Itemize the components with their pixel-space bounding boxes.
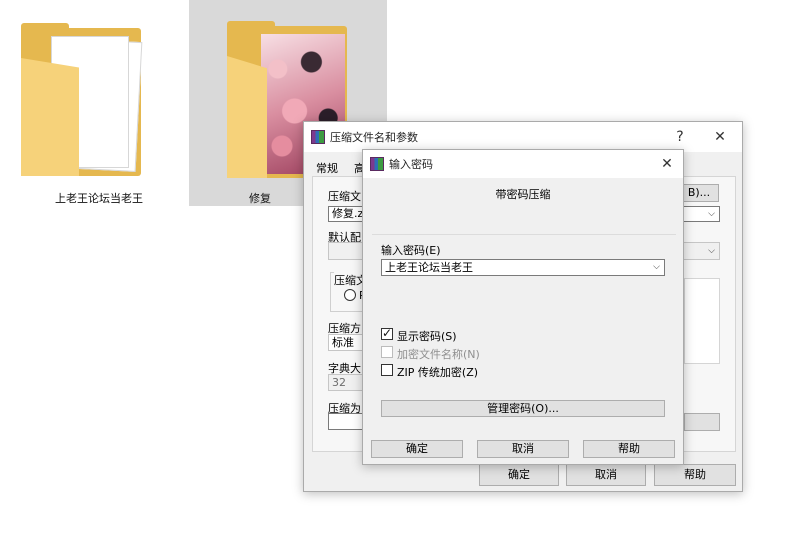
tab-general[interactable]: 常规 [316, 160, 338, 176]
show-password-checkbox[interactable] [381, 326, 393, 340]
password-value: 上老王论坛当老王 [385, 261, 473, 274]
chevron-down-icon: ⌵ [708, 246, 715, 256]
show-password-label: 显示密码(S) [397, 330, 457, 343]
archive-titlebar: 压缩文件名和参数 ? ✕ [304, 122, 742, 152]
desktop-folder-laowang[interactable]: 上老王论坛当老王 [0, 0, 198, 206]
encrypt-names-checkbox[interactable] [381, 346, 393, 358]
folder-icon [21, 23, 143, 176]
password-dialog: 输入密码 ✕ 带密码压缩 输入密码(E) 上老王论坛当老王 ⌵ 显示密码(S) … [362, 149, 684, 465]
winrar-icon [370, 157, 384, 171]
password-label: 输入密码(E) [381, 244, 441, 257]
format-radio[interactable] [344, 289, 356, 301]
password-dialog-title: 输入密码 [389, 158, 433, 171]
manage-passwords-button[interactable]: 管理密码(O)... [381, 400, 665, 417]
password-titlebar: 输入密码 ✕ [363, 150, 683, 178]
chevron-down-icon: ⌵ [708, 209, 715, 219]
archive-window-title: 压缩文件名和参数 [330, 131, 418, 144]
archive-name-label: 压缩文 [328, 190, 361, 203]
zip-legacy-label: ZIP 传统加密(Z) [397, 366, 479, 379]
winrar-icon [311, 130, 325, 144]
archive-cancel-button[interactable]: 取消 [566, 464, 646, 486]
set-password-button[interactable] [684, 413, 720, 431]
archive-help-button[interactable]: 帮助 [654, 464, 736, 486]
zip-legacy-checkbox[interactable] [381, 364, 393, 376]
archive-ok-button[interactable]: 确定 [479, 464, 559, 486]
password-cancel-button[interactable]: 取消 [477, 440, 569, 458]
folder-label: 上老王论坛当老王 [55, 192, 143, 205]
password-help-button[interactable]: 帮助 [583, 440, 675, 458]
password-ok-button[interactable]: 确定 [371, 440, 463, 458]
help-icon[interactable]: ? [668, 126, 692, 148]
options-list [684, 278, 720, 364]
chevron-down-icon: ⌵ [653, 262, 660, 272]
password-heading: 带密码压缩 [495, 188, 551, 201]
password-input[interactable]: 上老王论坛当老王 ⌵ [381, 259, 665, 276]
archive-name-value: 修复.z [332, 207, 364, 220]
encrypt-names-label: 加密文件名称(N) [397, 348, 480, 361]
browse-button[interactable]: B)... [679, 184, 719, 202]
close-icon[interactable]: ✕ [708, 126, 732, 148]
close-icon[interactable]: ✕ [655, 153, 679, 175]
